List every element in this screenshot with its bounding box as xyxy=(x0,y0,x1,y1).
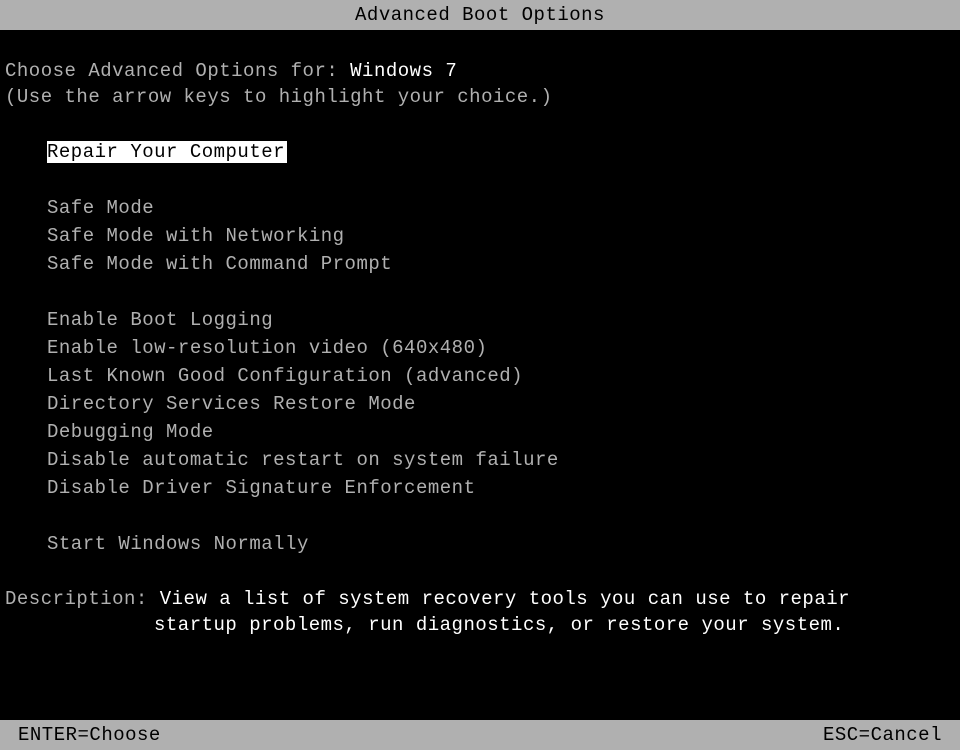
menu-item-label: Safe Mode xyxy=(0,197,154,219)
header-title: Advanced Boot Options xyxy=(355,4,605,26)
menu-item-label: Disable Driver Signature Enforcement xyxy=(0,477,475,499)
description-text-line2: startup problems, run diagnostics, or re… xyxy=(5,614,960,636)
menu-item-label: Directory Services Restore Mode xyxy=(0,393,416,415)
menu-item[interactable]: Safe Mode with Networking xyxy=(0,222,960,250)
menu-group-separator xyxy=(0,502,960,530)
prompt-line: Choose Advanced Options for: Windows 7 xyxy=(0,30,960,82)
menu-item-label: Enable Boot Logging xyxy=(0,309,273,331)
menu-item[interactable]: Enable Boot Logging xyxy=(0,306,960,334)
footer-esc-hint: ESC=Cancel xyxy=(823,720,942,750)
menu-item-label: Last Known Good Configuration (advanced) xyxy=(0,365,523,387)
menu-item-label: Debugging Mode xyxy=(0,421,214,443)
description-label: Description: xyxy=(5,588,160,610)
menu-item[interactable]: Debugging Mode xyxy=(0,418,960,446)
menu-group-separator xyxy=(0,166,960,194)
footer-bar: ENTER=Choose ESC=Cancel xyxy=(0,720,960,750)
description-text-line1: View a list of system recovery tools you… xyxy=(160,588,850,610)
menu-item[interactable]: Repair Your Computer xyxy=(0,138,287,166)
header-bar: Advanced Boot Options xyxy=(0,0,960,30)
menu-item-label: Safe Mode with Networking xyxy=(0,225,345,247)
menu-item-label: Disable automatic restart on system fail… xyxy=(0,449,559,471)
footer-enter-hint: ENTER=Choose xyxy=(18,720,161,750)
boot-menu[interactable]: Repair Your Computer Safe Mode Safe Mode w… xyxy=(0,138,960,558)
menu-item-label: Start Windows Normally xyxy=(0,533,309,555)
menu-item[interactable]: Directory Services Restore Mode xyxy=(0,390,960,418)
menu-item[interactable]: Start Windows Normally xyxy=(0,530,960,558)
menu-item-label: Repair Your Computer xyxy=(47,141,287,163)
menu-item[interactable]: Enable low-resolution video (640x480) xyxy=(0,334,960,362)
menu-item[interactable]: Safe Mode with Command Prompt xyxy=(0,250,960,278)
menu-item[interactable]: Last Known Good Configuration (advanced) xyxy=(0,362,960,390)
content-area: Choose Advanced Options for: Windows 7 (… xyxy=(0,30,960,636)
os-name: Windows 7 xyxy=(350,60,457,82)
instruction-line: (Use the arrow keys to highlight your ch… xyxy=(0,82,960,108)
menu-item[interactable]: Safe Mode xyxy=(0,194,960,222)
menu-item-label: Safe Mode with Command Prompt xyxy=(0,253,392,275)
prompt-label: Choose Advanced Options for: xyxy=(5,60,350,82)
description-block: Description: View a list of system recov… xyxy=(0,588,960,636)
menu-item[interactable]: Disable Driver Signature Enforcement xyxy=(0,474,960,502)
menu-group-separator xyxy=(0,278,960,306)
menu-item[interactable]: Disable automatic restart on system fail… xyxy=(0,446,960,474)
menu-item-label: Enable low-resolution video (640x480) xyxy=(0,337,487,359)
